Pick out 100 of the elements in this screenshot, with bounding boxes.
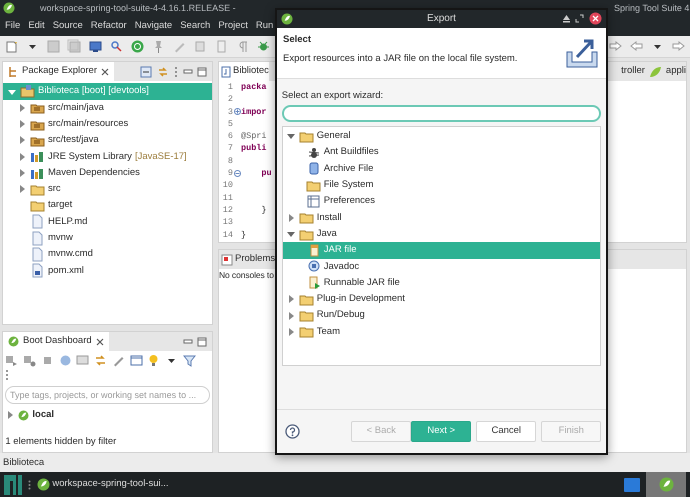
collapsed-arrow-icon[interactable] — [17, 168, 27, 178]
tree-item[interactable]: HELP.md — [3, 214, 212, 230]
search-field[interactable]: Type tags, projects, or working set names to ... — [5, 386, 210, 404]
tree-item[interactable]: Plug-in Development — [282, 291, 600, 308]
menu-item[interactable]: Run — [256, 19, 274, 34]
expand-icon[interactable] — [234, 108, 241, 116]
monitor-icon[interactable] — [88, 39, 103, 54]
field-label: Select an export wizard: — [282, 88, 384, 102]
tree-item[interactable]: pom.xml — [3, 262, 212, 279]
eject-icon[interactable] — [562, 14, 570, 23]
more-icon[interactable] — [174, 66, 178, 78]
filter-icon[interactable] — [182, 354, 196, 366]
line-number: 9 — [226, 167, 234, 180]
maximize-icon[interactable] — [197, 336, 208, 346]
tree-item[interactable]: target — [3, 197, 212, 214]
tree-item[interactable]: JRE System Library [JavaSE-17] — [3, 148, 212, 165]
menu-item[interactable]: Edit — [28, 19, 45, 34]
tree-item[interactable]: mvnw.cmd — [3, 246, 212, 263]
tree-item[interactable]: local — [3, 407, 212, 424]
forward-arrow-icon[interactable] — [671, 39, 686, 54]
spring-icon[interactable] — [37, 478, 50, 491]
line-number: 8 — [226, 154, 234, 168]
menu-item[interactable]: Search — [180, 19, 210, 34]
collapsed-arrow-icon[interactable] — [17, 119, 27, 130]
collapsed-arrow-icon[interactable] — [17, 102, 27, 113]
close-icon[interactable] — [96, 338, 104, 346]
collapsed-arrow-icon[interactable] — [17, 152, 27, 162]
start-icon[interactable] — [5, 354, 18, 366]
tree-item[interactable]: mvnw — [3, 230, 212, 246]
expanded-arrow-icon[interactable] — [286, 229, 296, 240]
filter-field[interactable] — [282, 105, 602, 122]
dialog-title: Export — [427, 13, 456, 24]
tree-item[interactable]: Install — [282, 210, 600, 226]
tree-item[interactable]: src/test/java — [3, 132, 212, 149]
tree-item[interactable]: Preferences — [282, 193, 600, 210]
minimize-icon[interactable] — [182, 336, 192, 346]
minimize-icon[interactable] — [182, 66, 192, 76]
tree-item[interactable]: Team — [282, 324, 600, 340]
collapsed-arrow-icon[interactable] — [5, 410, 16, 420]
refresh-icon[interactable] — [94, 354, 108, 366]
expanded-arrow-icon[interactable] — [286, 131, 296, 142]
spring-boot-icon[interactable] — [130, 39, 145, 54]
editor-tab[interactable]: Bibliotec — [219, 62, 269, 81]
tree-item[interactable]: Archive File — [282, 160, 600, 178]
dialog-button[interactable]: Cancel — [476, 421, 536, 442]
view-tab[interactable]: Boot Dashboard — [3, 332, 109, 351]
dialog-description: Export resources into a JAR file on the local file system. — [283, 52, 518, 66]
debug-icon[interactable] — [23, 354, 36, 366]
tree-item[interactable]: src — [3, 181, 212, 198]
line-number: 5 — [226, 118, 234, 130]
maximize-icon[interactable] — [197, 66, 208, 76]
globe-icon[interactable] — [58, 354, 72, 366]
tree-item[interactable]: Run/Debug — [282, 307, 600, 324]
code-text: } — [241, 228, 246, 241]
view-tab[interactable]: Package Explorer — [3, 62, 114, 81]
project-folder-icon — [20, 84, 35, 100]
more-icon[interactable] — [5, 369, 10, 382]
magnifier-icon[interactable] — [109, 39, 124, 54]
app-logo-icon[interactable] — [281, 13, 293, 25]
close-icon[interactable] — [100, 68, 109, 76]
collapsed-arrow-icon[interactable] — [17, 135, 27, 146]
collapse-icon[interactable] — [234, 170, 241, 177]
resize-icon[interactable] — [575, 14, 584, 23]
file-icon — [30, 246, 45, 262]
new-file-icon[interactable] — [4, 39, 19, 54]
app-logo-icon[interactable] — [3, 2, 15, 14]
screen-icon[interactable] — [624, 478, 640, 492]
menu-item[interactable]: Navigate — [134, 19, 172, 34]
forward-arrow-icon[interactable] — [608, 39, 623, 54]
os-logo-icon[interactable] — [4, 474, 22, 494]
collapsed-arrow-icon[interactable] — [17, 184, 27, 194]
editor-tab[interactable]: appli — [644, 62, 686, 81]
tree-item[interactable]: Ant Buildfiles — [282, 144, 600, 161]
tree-item[interactable]: src/main/resources — [3, 116, 212, 132]
tree-item[interactable]: Runnable JAR file — [282, 274, 600, 292]
tree-item[interactable]: src/main/java — [3, 100, 212, 116]
save-icon[interactable] — [46, 39, 61, 54]
collapse-all-icon[interactable] — [140, 66, 152, 78]
window-icon[interactable] — [130, 354, 143, 366]
link-icon[interactable] — [157, 66, 169, 78]
taskbar-app-button[interactable] — [646, 472, 686, 497]
menu-item[interactable]: Project — [218, 19, 248, 34]
lightbulb-icon[interactable] — [147, 354, 160, 366]
taskbar-window-button[interactable]: workspace-spring-tool-sui... — [37, 477, 169, 492]
help-icon[interactable] — [285, 424, 300, 439]
tree-item[interactable]: Java — [282, 226, 600, 242]
line-number: 1 — [226, 81, 234, 94]
close-icon[interactable] — [589, 12, 602, 25]
tree-item[interactable]: File System — [282, 177, 600, 194]
menu-item[interactable]: Refactor — [90, 19, 127, 34]
line-number: 12 — [222, 204, 234, 216]
menu-item[interactable]: Source — [52, 19, 83, 34]
save-all-icon[interactable] — [67, 39, 82, 54]
tree-item[interactable]: General — [282, 128, 600, 144]
tree-item[interactable]: Maven Dependencies — [3, 164, 212, 182]
menu-item[interactable]: File — [5, 19, 20, 34]
console-icon[interactable] — [76, 354, 90, 366]
tree-item[interactable]: Javadoc — [282, 258, 600, 275]
editor-tab[interactable]: troller — [617, 62, 645, 81]
back-arrow-icon[interactable] — [629, 39, 644, 54]
